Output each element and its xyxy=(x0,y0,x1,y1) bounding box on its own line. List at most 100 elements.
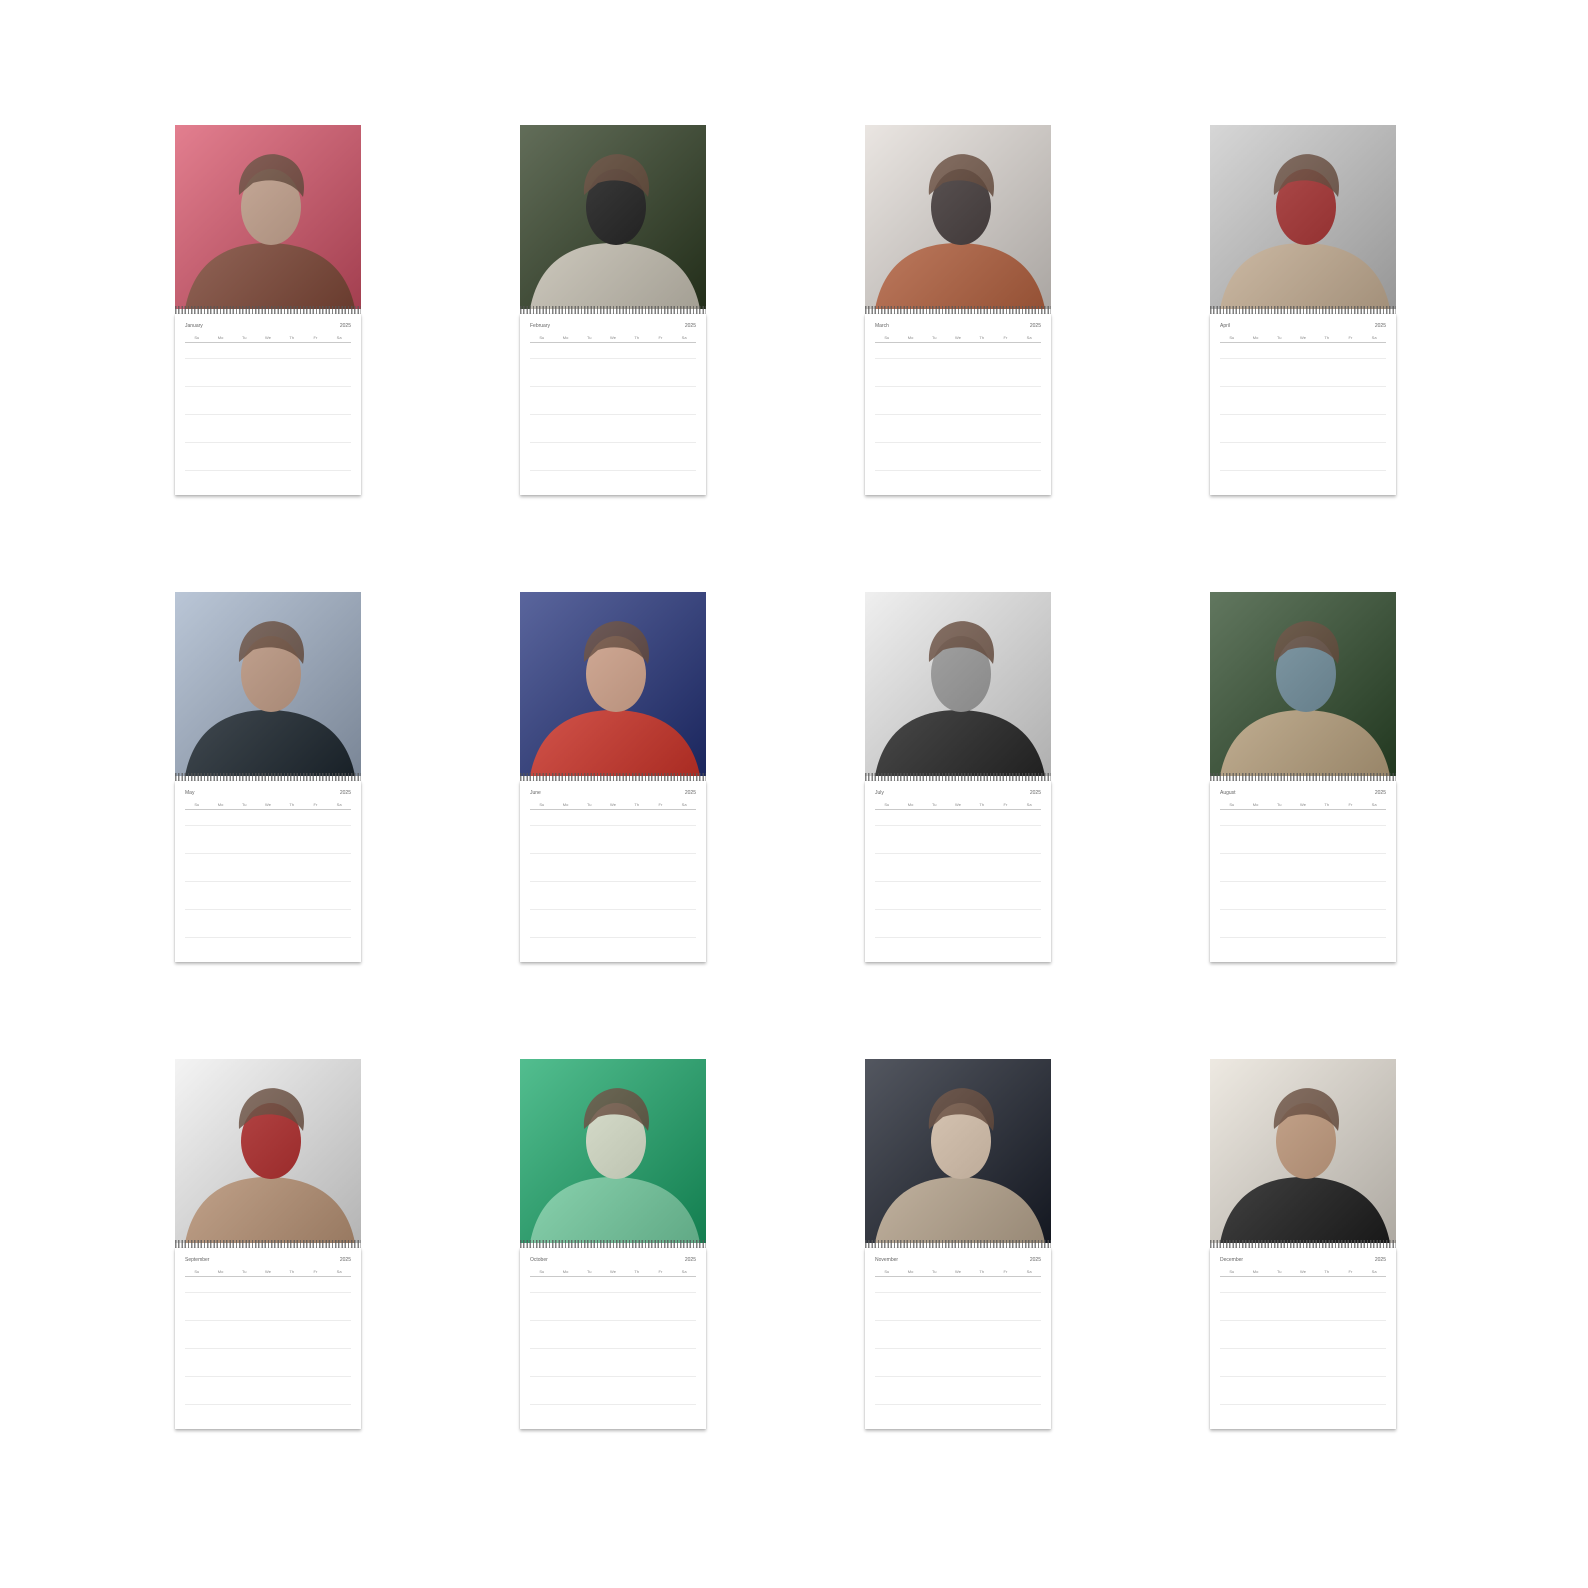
day-cell xyxy=(969,1348,994,1376)
month-label: June xyxy=(530,790,541,796)
calendar-page-february[interactable]: February 2025 Su Mo Tu We Th Fr Sa xyxy=(520,125,706,495)
month-label: February xyxy=(530,323,551,329)
calendar-page-september[interactable]: September 2025 Su Mo Tu We Th Fr Sa xyxy=(175,1059,361,1429)
weekday-label: Fr xyxy=(1003,335,1008,340)
spiral-binding xyxy=(520,306,706,314)
day-cell xyxy=(303,358,328,386)
calendar-page-august[interactable]: August 2025 Su Mo Tu We Th Fr Sa xyxy=(1210,592,1396,962)
weekday-label: Sa xyxy=(336,335,342,340)
day-cell xyxy=(208,1404,233,1432)
day-cell xyxy=(553,358,578,386)
day-cell xyxy=(1314,1404,1339,1432)
day-cell xyxy=(648,1404,673,1432)
day-cell xyxy=(232,358,257,386)
weekday-label: Fr xyxy=(1003,1269,1008,1274)
day-cell xyxy=(946,386,970,414)
calendar-header: February 2025 xyxy=(530,322,696,330)
day-cell xyxy=(185,881,209,909)
day-cell xyxy=(993,358,1018,386)
calendar-page-april[interactable]: April 2025 Su Mo Tu We Th Fr Sa xyxy=(1210,125,1396,495)
day-cell xyxy=(1362,1404,1386,1432)
weekday-label: Mo xyxy=(1252,335,1259,340)
day-cell xyxy=(232,414,257,442)
day-cell xyxy=(1291,853,1315,881)
calendar-header: November 2025 xyxy=(875,1256,1041,1264)
calendar-sheet: June 2025 Su Mo Tu We Th Fr Sa xyxy=(520,781,706,962)
weekday-label: Tu xyxy=(932,335,937,340)
weekday-label: Su xyxy=(194,1269,200,1274)
day-cell xyxy=(327,1404,351,1432)
day-cell xyxy=(1291,1348,1315,1376)
weekday-row: Su Mo Tu We Th Fr Sa xyxy=(185,1268,351,1277)
day-cell xyxy=(1338,853,1363,881)
day-cell xyxy=(875,1376,899,1404)
day-cell xyxy=(232,853,257,881)
calendar-page-november[interactable]: November 2025 Su Mo Tu We Th Fr Sa xyxy=(865,1059,1051,1429)
day-cell xyxy=(1291,470,1315,498)
day-cell xyxy=(553,937,578,965)
day-cell xyxy=(577,358,602,386)
day-cell xyxy=(530,358,554,386)
calendar-page-july[interactable]: July 2025 Su Mo Tu We Th Fr Sa xyxy=(865,592,1051,962)
day-cell xyxy=(993,1320,1018,1348)
day-cell xyxy=(648,470,673,498)
weekday-row: Su Mo Tu We Th Fr Sa xyxy=(1220,801,1386,810)
weekday-label: We xyxy=(265,335,271,340)
weekday-label: Mo xyxy=(1252,1269,1259,1274)
day-cell xyxy=(875,1320,899,1348)
day-cell xyxy=(303,937,328,965)
day-cell xyxy=(601,1320,625,1348)
day-cell xyxy=(185,358,209,386)
day-cell xyxy=(327,825,351,853)
calendar-page-january[interactable]: January 2025 Su Mo Tu We Th Fr Sa xyxy=(175,125,361,495)
weekday-row: Su Mo Tu We Th Fr Sa xyxy=(530,334,696,343)
day-cell xyxy=(577,442,602,470)
day-cell xyxy=(672,881,696,909)
day-cell xyxy=(624,442,649,470)
day-cell xyxy=(1017,1320,1041,1348)
weekday-label: Th xyxy=(634,335,640,340)
weekday-label: Mo xyxy=(217,1269,224,1274)
day-cell xyxy=(672,825,696,853)
day-cell xyxy=(1243,386,1268,414)
spiral-binding xyxy=(175,306,361,314)
day-cell xyxy=(208,1320,233,1348)
weekday-label: Mo xyxy=(562,335,569,340)
calendar-page-december[interactable]: December 2025 Su Mo Tu We Th Fr Sa xyxy=(1210,1059,1396,1429)
weekday-label: Fr xyxy=(658,1269,663,1274)
day-cell xyxy=(624,1404,649,1432)
calendar-page-june[interactable]: June 2025 Su Mo Tu We Th Fr Sa xyxy=(520,592,706,962)
weekday-label: Tu xyxy=(587,335,592,340)
day-cell xyxy=(303,909,328,937)
calendar-sheet: July 2025 Su Mo Tu We Th Fr Sa xyxy=(865,781,1051,962)
day-cell xyxy=(648,881,673,909)
day-cell xyxy=(1314,386,1339,414)
calendar-page-may[interactable]: May 2025 Su Mo Tu We Th Fr Sa xyxy=(175,592,361,962)
day-cell xyxy=(601,1292,625,1320)
day-cell xyxy=(969,1404,994,1432)
calendar-header: July 2025 xyxy=(875,789,1041,797)
calendar-header: March 2025 xyxy=(875,322,1041,330)
weekday-label: Su xyxy=(884,335,890,340)
day-cell xyxy=(256,937,280,965)
day-cell xyxy=(672,470,696,498)
day-cell xyxy=(875,414,899,442)
day-cell xyxy=(256,470,280,498)
day-grid xyxy=(530,358,696,498)
day-cell xyxy=(530,1404,554,1432)
day-cell xyxy=(208,853,233,881)
year-label: 2025 xyxy=(684,323,696,329)
weekday-label: Tu xyxy=(587,1269,592,1274)
day-cell xyxy=(1338,881,1363,909)
day-cell xyxy=(256,386,280,414)
year-label: 2025 xyxy=(339,790,351,796)
calendar-photo xyxy=(865,592,1051,776)
calendar-page-march[interactable]: March 2025 Su Mo Tu We Th Fr Sa xyxy=(865,125,1051,495)
day-cell xyxy=(256,853,280,881)
day-cell xyxy=(946,358,970,386)
calendar-page-october[interactable]: October 2025 Su Mo Tu We Th Fr Sa xyxy=(520,1059,706,1429)
day-cell xyxy=(208,909,233,937)
spiral-binding xyxy=(1210,773,1396,781)
day-cell xyxy=(993,825,1018,853)
month-label: October xyxy=(530,1257,548,1263)
